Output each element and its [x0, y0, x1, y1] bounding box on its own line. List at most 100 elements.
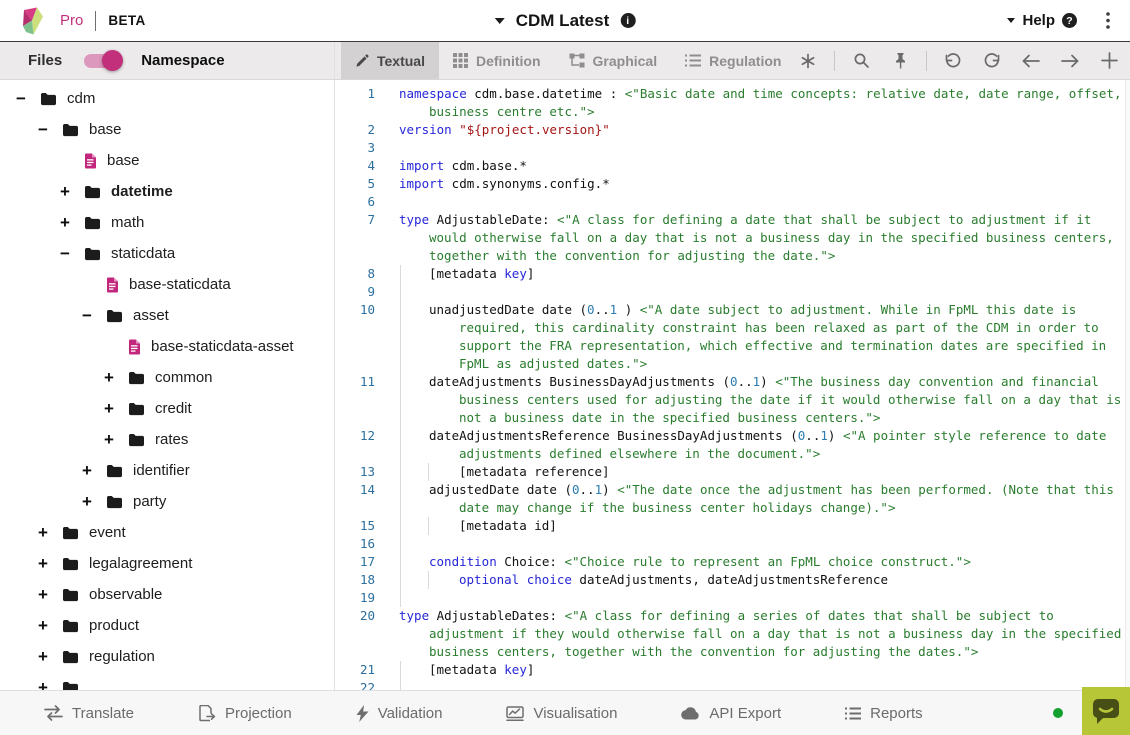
plus-icon[interactable]	[1096, 48, 1122, 74]
tab-graphical[interactable]: Graphical	[555, 42, 672, 79]
files-label[interactable]: Files	[28, 52, 62, 69]
file-icon	[128, 339, 141, 355]
code-line-text	[399, 283, 1130, 301]
tab-definition[interactable]: Definition	[439, 42, 555, 79]
top-bar: Pro BETA CDM Latest i Help ?	[0, 0, 1130, 42]
tree-item-label: product	[89, 617, 139, 634]
tree-expander-icon[interactable]: +	[38, 555, 62, 572]
footer-item-api-export[interactable]: API Export	[681, 705, 781, 722]
arrow-left-icon[interactable]	[1018, 48, 1044, 74]
tree-expander-icon[interactable]: +	[38, 648, 62, 665]
indent-guide	[400, 661, 401, 679]
redo-icon[interactable]	[979, 48, 1005, 74]
tree-expander-icon[interactable]: −	[16, 90, 40, 107]
folder-icon	[84, 247, 101, 261]
footer-item-validation[interactable]: Validation	[356, 705, 443, 722]
tree-expander-icon[interactable]: +	[60, 214, 84, 231]
intercom-launcher[interactable]	[1082, 687, 1130, 735]
code-editor[interactable]: 1namespace cdm.base.datetime : <"Basic d…	[335, 80, 1130, 690]
cloud-icon	[681, 707, 700, 720]
tree-item-product[interactable]: + product	[0, 610, 334, 641]
footer-item-translate[interactable]: Translate	[44, 705, 134, 722]
tree-expander-icon[interactable]: +	[104, 369, 128, 386]
scrollbar[interactable]	[1125, 80, 1130, 690]
tree-item-regulation[interactable]: +regulation	[0, 641, 334, 672]
view-tabs: TextualDefinitionGraphical Regulation	[341, 42, 795, 79]
code-line: 6	[335, 193, 1130, 211]
pin-icon[interactable]	[887, 48, 913, 74]
code-token: [metadata	[429, 662, 504, 677]
code-token: key	[504, 662, 527, 677]
tree-item-event[interactable]: +event	[0, 517, 334, 548]
info-icon[interactable]: i	[620, 13, 635, 28]
asterisk-icon[interactable]	[795, 48, 821, 74]
tree-item-datetime[interactable]: +datetime	[0, 176, 334, 207]
tree-expander-icon[interactable]: +	[82, 493, 106, 510]
footer-item-projection[interactable]: Projection	[198, 705, 292, 722]
line-number: 5	[335, 175, 375, 193]
code-token: )	[602, 482, 617, 497]
tree-item-asset[interactable]: −asset	[0, 300, 334, 331]
tree-item-partial[interactable]: +	[0, 672, 334, 690]
code-line-text: condition Choice: <"Choice rule to repre…	[399, 553, 1130, 571]
line-number: 12	[335, 427, 375, 463]
kebab-menu-icon[interactable]	[1104, 10, 1112, 31]
code-line: 8[metadata key]	[335, 265, 1130, 283]
tree-item-credit[interactable]: +credit	[0, 393, 334, 424]
tree-expander-icon[interactable]: +	[38, 524, 62, 541]
tree-expander-icon[interactable]: −	[60, 245, 84, 262]
footer-item-visualisation[interactable]: Visualisation	[506, 705, 617, 722]
footer-item-label: Projection	[225, 705, 292, 722]
folder-icon	[84, 185, 101, 199]
line-number: 9	[335, 283, 375, 301]
tree-item-base-staticdata[interactable]: base-staticdata	[0, 269, 334, 300]
code-line: 10unadjustedDate date (0..1 ) <"A date s…	[335, 301, 1130, 373]
tree-item-base-staticdata-asset[interactable]: base-staticdata-asset	[0, 331, 334, 362]
files-namespace-toggle[interactable]	[84, 54, 120, 68]
tree-expander-icon[interactable]: −	[38, 121, 62, 138]
code-line-text: unadjustedDate date (0..1 ) <"A date sub…	[399, 301, 1130, 373]
code-token: cdm.synonyms.config.*	[444, 176, 610, 191]
rosetta-logo	[20, 7, 46, 35]
tree-item-base[interactable]: −base	[0, 114, 334, 145]
tree-item-party[interactable]: +party	[0, 486, 334, 517]
help-menu[interactable]: Help ?	[1007, 12, 1077, 29]
tree-expander-icon[interactable]: +	[104, 431, 128, 448]
tree-item-base[interactable]: base	[0, 145, 334, 176]
tree-item-observable[interactable]: +observable	[0, 579, 334, 610]
tree-expander-icon[interactable]: −	[82, 307, 106, 324]
code-line-text: namespace cdm.base.datetime : <"Basic da…	[399, 85, 1130, 121]
tree-item-math[interactable]: +math	[0, 207, 334, 238]
tree-expander-icon[interactable]: +	[104, 400, 128, 417]
code-token: ..	[738, 374, 753, 389]
folder-icon	[106, 495, 123, 509]
tree-expander-icon[interactable]: +	[38, 679, 62, 690]
tree-item-legalagreement[interactable]: +legalagreement	[0, 548, 334, 579]
tree-item-cdm[interactable]: −cdm	[0, 83, 334, 114]
code-line: 7type AdjustableDate: <"A class for defi…	[335, 211, 1130, 265]
search-icon[interactable]	[848, 48, 874, 74]
footer-item-reports[interactable]: Reports	[845, 705, 923, 722]
tree-item-common[interactable]: +common	[0, 362, 334, 393]
undo-icon[interactable]	[940, 48, 966, 74]
line-number: 14	[335, 481, 375, 517]
arrow-right-icon[interactable]	[1057, 48, 1083, 74]
projection-icon	[198, 705, 216, 722]
folder-icon	[84, 216, 101, 230]
line-number: 11	[335, 373, 375, 427]
code-line: 17condition Choice: <"Choice rule to rep…	[335, 553, 1130, 571]
tree-expander-icon[interactable]: +	[82, 462, 106, 479]
tree-expander-icon[interactable]: +	[60, 183, 84, 200]
model-selector[interactable]: CDM Latest i	[495, 0, 636, 41]
tree-expander-icon[interactable]: +	[38, 586, 62, 603]
tree-item-staticdata[interactable]: −staticdata	[0, 238, 334, 269]
tree-item-rates[interactable]: +rates	[0, 424, 334, 455]
tab-textual[interactable]: Textual	[341, 42, 439, 79]
tab-regulation[interactable]: Regulation	[671, 42, 795, 79]
chevron-down-icon	[1007, 18, 1015, 23]
namespace-label[interactable]: Namespace	[141, 52, 224, 69]
tree-item-identifier[interactable]: +identifier	[0, 455, 334, 486]
tree-expander-icon[interactable]: +	[38, 617, 62, 634]
code-token: dateAdjustments BusinessDayAdjustments (	[429, 374, 730, 389]
tab-label: Regulation	[709, 53, 781, 69]
